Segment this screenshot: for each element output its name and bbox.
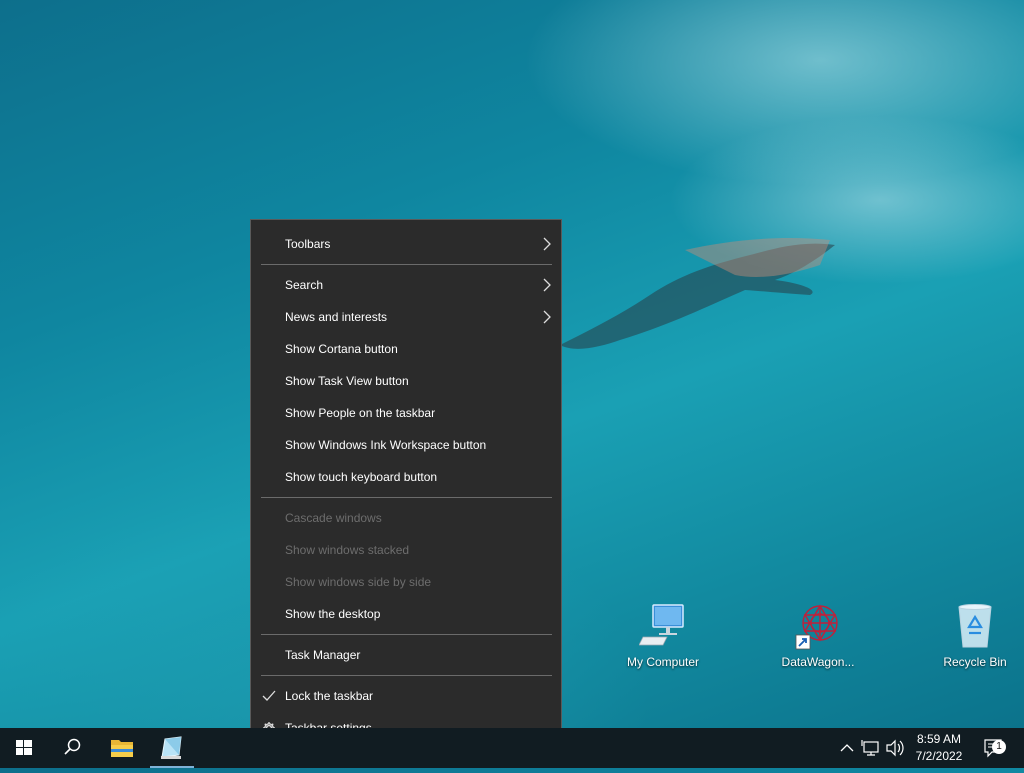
menu-item-label: Toolbars [285,237,331,251]
menu-item-lock-taskbar[interactable]: Lock the taskbar [251,682,561,710]
menu-item-news-and-interests[interactable]: News and interests [251,303,561,331]
menu-item-label: News and interests [285,310,388,324]
app-window-icon [161,736,182,759]
menu-item-show-touch-keyboard[interactable]: Show touch keyboard button [251,463,561,491]
menu-separator [261,497,552,498]
recycle-bin-icon [951,603,999,651]
menu-item-label: Cascade windows [285,511,382,525]
datawagon-icon [794,603,842,651]
search-icon [64,738,81,755]
menu-item-windows-stacked: Show windows stacked [251,536,561,564]
menu-item-search[interactable]: Search [251,271,561,299]
chevron-right-icon [543,237,551,251]
file-explorer-button[interactable] [98,728,146,768]
menu-item-show-desktop[interactable]: Show the desktop [251,600,561,628]
menu-item-label: Lock the taskbar [285,689,374,703]
menu-item-label: Show touch keyboard button [285,470,438,484]
folder-icon [111,740,133,757]
menu-item-label: Show windows side by side [285,575,432,589]
chevron-right-icon [543,310,551,324]
desktop-icon-datawagon[interactable]: DataWagon... [768,603,868,669]
clock-time: 8:59 AM [916,732,962,746]
menu-item-show-cortana[interactable]: Show Cortana button [251,335,561,363]
volume-button[interactable] [884,728,906,768]
clock-date: 7/2/2022 [915,749,963,763]
taskbar-clock[interactable]: 8:59 AM 7/2/2022 [906,728,972,768]
menu-separator [261,675,552,676]
menu-item-label: Show the desktop [285,607,381,621]
search-button[interactable] [48,728,96,768]
desktop-icon-label: DataWagon... [781,655,855,669]
menu-separator [261,634,552,635]
menu-item-label: Search [285,278,324,292]
computer-icon [638,603,687,651]
windows-logo-icon [16,740,32,755]
menu-item-task-manager[interactable]: Task Manager [251,641,561,669]
menu-item-windows-side-by-side: Show windows side by side [251,568,561,596]
network-icon [861,740,879,756]
desktop-icon-my-computer[interactable]: My Computer [613,603,713,669]
menu-item-label: Show Task View button [285,374,409,388]
menu-item-label: Show Windows Ink Workspace button [285,438,487,452]
desktop-icon-label: Recycle Bin [943,655,1007,669]
taskbar: 8:59 AM 7/2/2022 [0,728,1024,768]
chevron-right-icon [543,278,551,292]
checkmark-icon [262,690,276,701]
desktop-icon-label: My Computer [626,655,700,669]
menu-item-label: Show People on the taskbar [285,406,436,420]
network-button[interactable] [860,728,882,768]
menu-item-show-ink-workspace[interactable]: Show Windows Ink Workspace button [251,431,561,459]
menu-item-toolbars[interactable]: Toolbars [251,230,561,258]
menu-separator [261,264,552,265]
taskbar-context-menu: Toolbars Search News and interests Show … [250,219,562,752]
speaker-icon [886,739,904,757]
menu-item-label: Show windows stacked [285,543,410,557]
menu-item-label: Show Cortana button [285,342,398,356]
chevron-up-icon [840,744,854,752]
wallpaper-diver [560,238,835,349]
menu-item-show-task-view[interactable]: Show Task View button [251,367,561,395]
menu-item-show-people[interactable]: Show People on the taskbar [251,399,561,427]
show-hidden-icons-button[interactable] [836,728,858,768]
desktop-icon-recycle-bin[interactable]: Recycle Bin [925,603,1024,669]
notification-count-badge: 1 [992,740,1006,754]
menu-item-cascade-windows: Cascade windows [251,504,561,532]
menu-item-label: Task Manager [285,648,361,662]
start-button[interactable] [0,728,48,768]
taskbar-app-button[interactable] [148,728,196,768]
